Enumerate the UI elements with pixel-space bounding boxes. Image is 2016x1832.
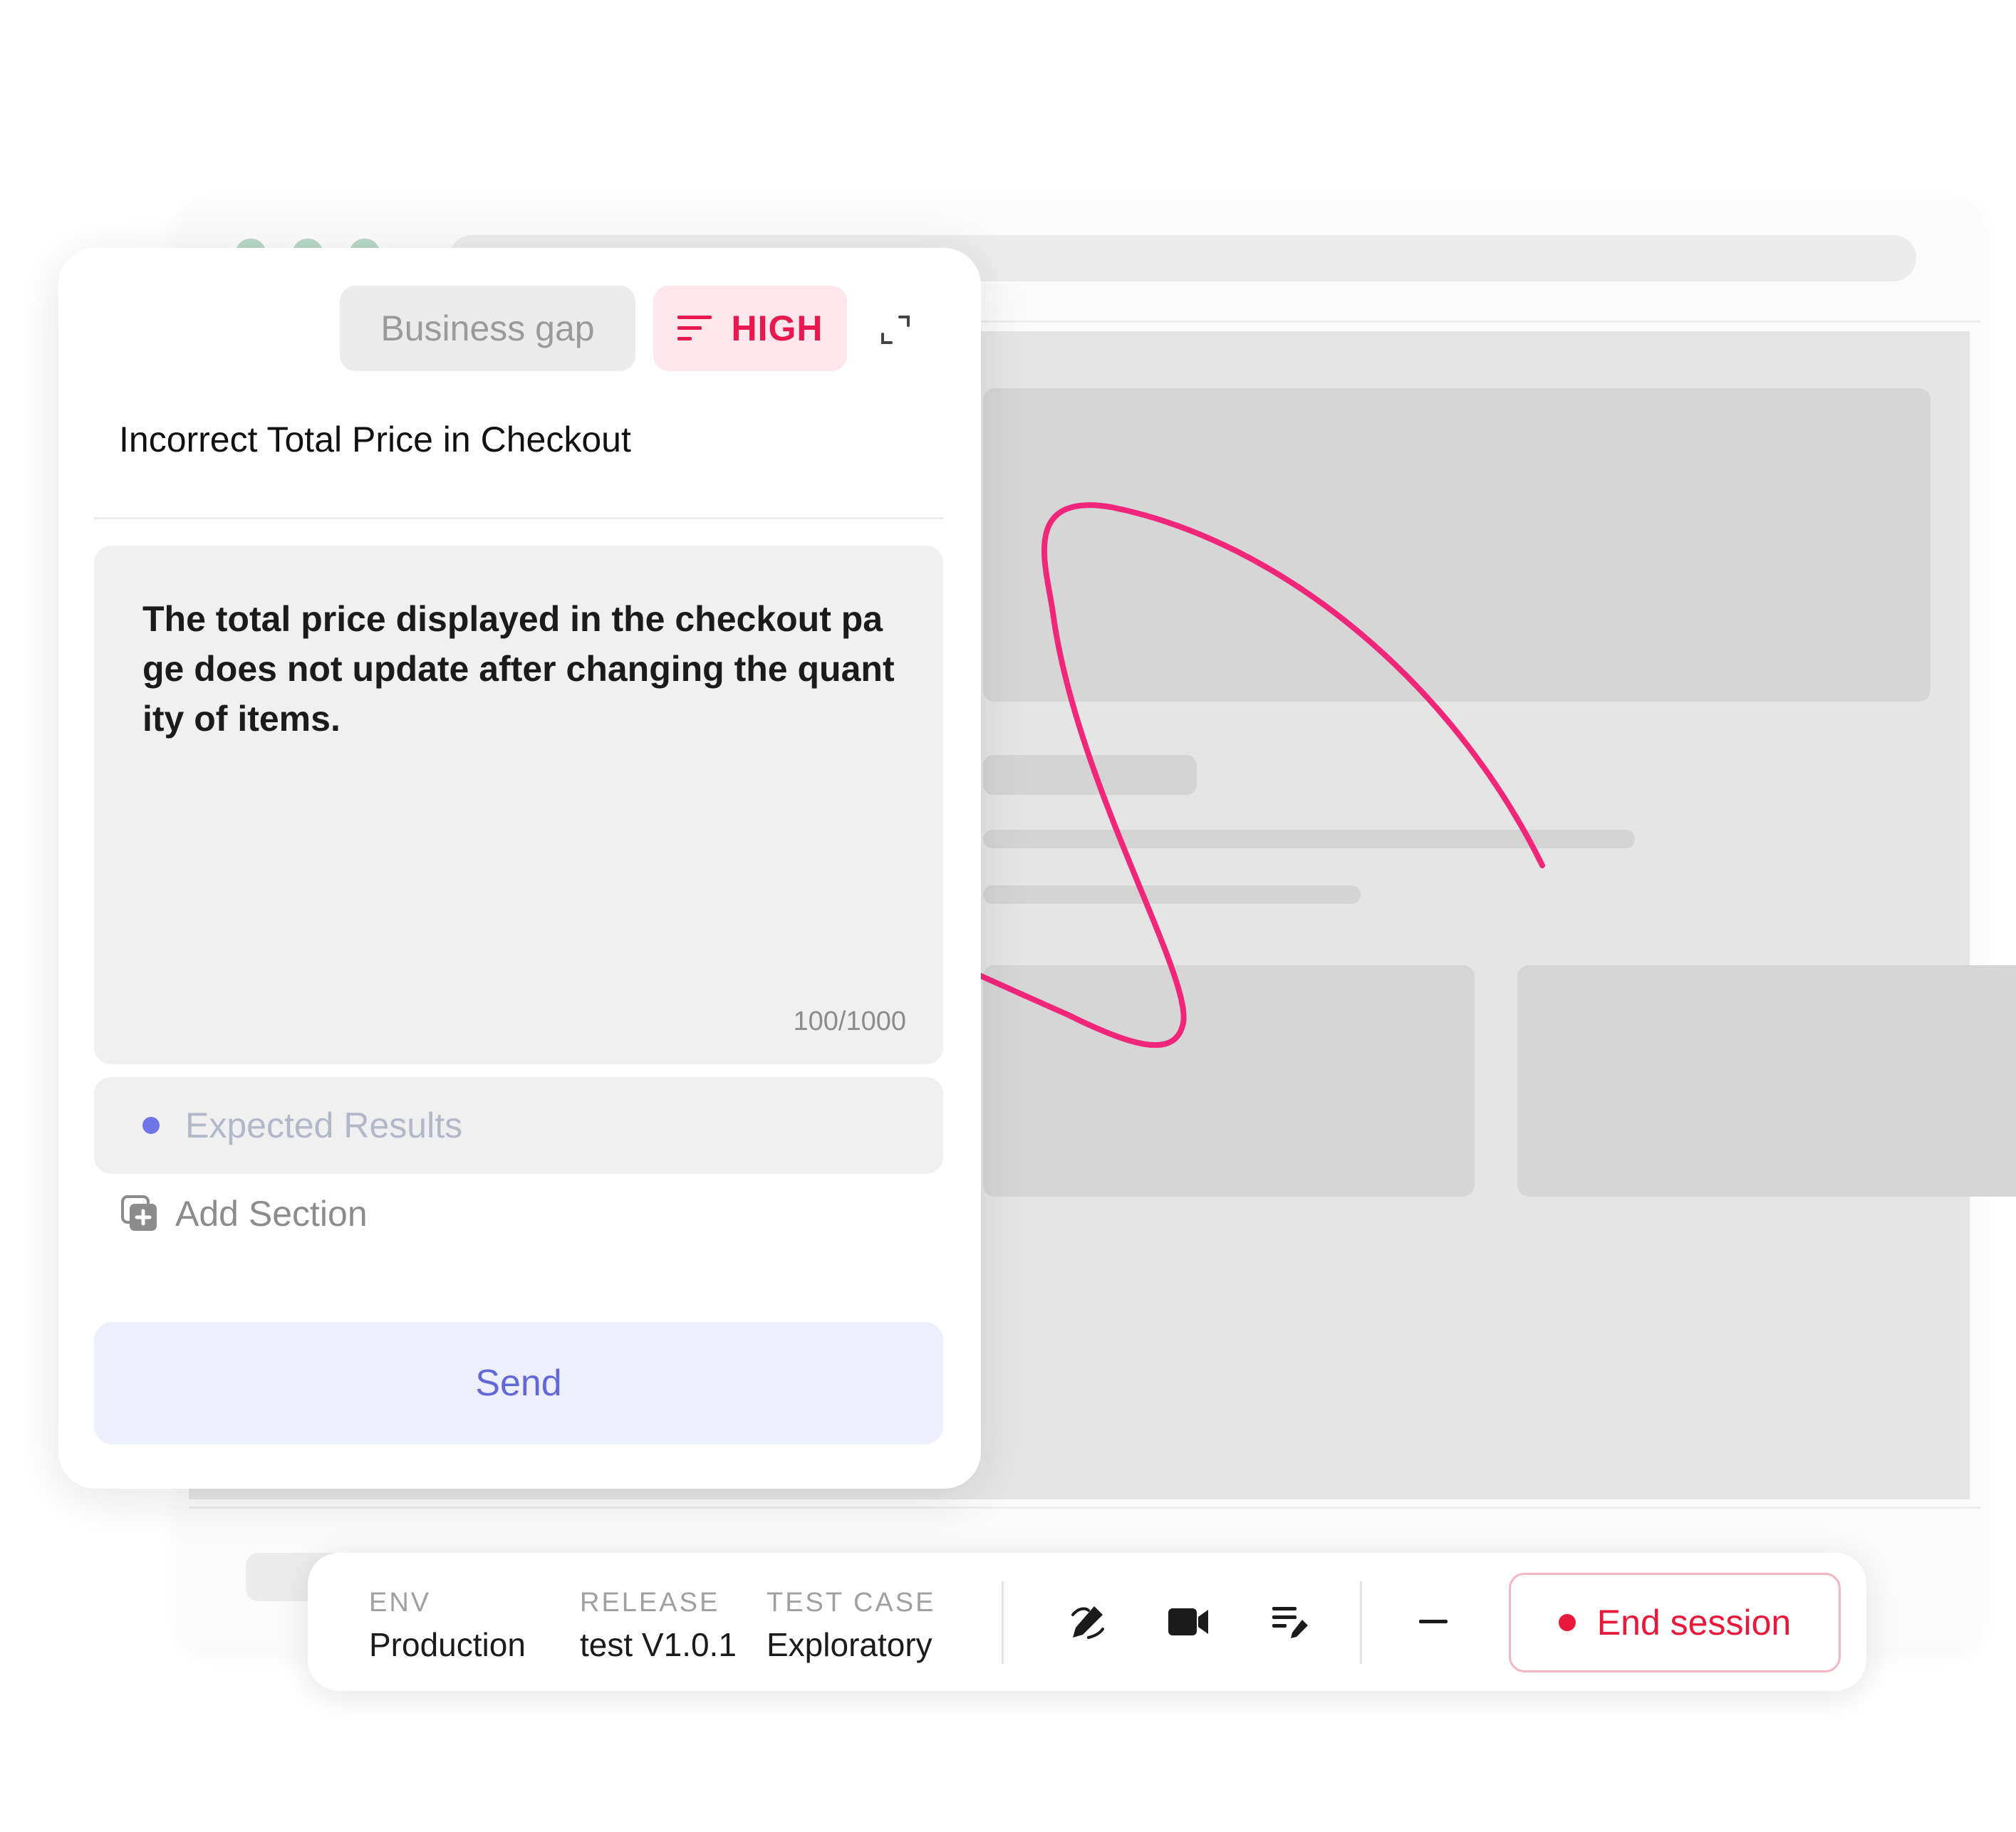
description-textarea[interactable]: The total price displayed in the checkou… — [94, 546, 943, 1064]
record-video-button[interactable] — [1167, 1601, 1210, 1643]
end-session-label: End session — [1596, 1603, 1792, 1643]
placeholder-hero-block — [983, 388, 1931, 702]
draw-button[interactable] — [1066, 1601, 1108, 1643]
notes-button[interactable] — [1269, 1601, 1312, 1643]
bullet-dot-icon — [142, 1117, 160, 1134]
report-title[interactable]: Incorrect Total Price in Checkout — [119, 419, 631, 460]
priority-lines-icon — [677, 316, 712, 340]
expand-icon — [881, 316, 910, 344]
category-tag[interactable]: Business gap — [340, 286, 635, 371]
priority-tag-label: HIGH — [731, 308, 823, 348]
notes-edit-icon — [1272, 1607, 1308, 1638]
record-dot-icon — [1558, 1614, 1576, 1631]
minimize-button[interactable] — [1412, 1601, 1455, 1643]
send-button-label: Send — [475, 1363, 562, 1404]
env-value: Production — [369, 1626, 526, 1663]
toolbar-divider — [1002, 1581, 1004, 1664]
send-button[interactable]: Send — [94, 1322, 943, 1445]
title-divider — [94, 517, 943, 519]
toolbar-divider — [1360, 1581, 1362, 1664]
expected-results-field[interactable]: Expected Results — [94, 1077, 943, 1174]
test-case-info: TEST CASE Exploratory — [767, 1585, 935, 1665]
add-section-icon — [121, 1195, 157, 1231]
expand-button[interactable] — [878, 312, 913, 348]
add-section-button[interactable]: Add Section — [120, 1187, 368, 1241]
test-case-label: TEST CASE — [767, 1588, 936, 1618]
draw-pen-icon — [1071, 1606, 1104, 1639]
env-label: ENV — [369, 1588, 432, 1618]
add-section-label: Add Section — [175, 1194, 368, 1234]
release-label: RELEASE — [580, 1588, 720, 1618]
end-session-button[interactable]: End session — [1509, 1573, 1841, 1672]
test-case-value: Exploratory — [767, 1626, 932, 1663]
description-text: The total price displayed in the checkou… — [142, 599, 895, 739]
video-camera-icon — [1168, 1608, 1208, 1635]
placeholder-line — [983, 755, 1197, 795]
browser-footer-divider — [189, 1506, 1980, 1509]
expected-results-placeholder: Expected Results — [185, 1105, 463, 1145]
bug-report-panel: Business gap HIGH Incorrect Total Price … — [58, 248, 981, 1489]
env-info: ENV Production — [369, 1585, 526, 1665]
placeholder-card — [1517, 965, 2016, 1197]
placeholder-line — [983, 830, 1635, 848]
priority-tag[interactable]: HIGH — [653, 286, 847, 371]
release-info: RELEASE test V1.0.1 — [580, 1585, 737, 1665]
session-toolbar: ENV Production RELEASE test V1.0.1 TEST … — [308, 1553, 1866, 1691]
category-tag-label: Business gap — [380, 308, 595, 348]
placeholder-line — [983, 885, 1361, 904]
placeholder-card — [983, 965, 1475, 1197]
character-counter: 100/1000 — [793, 1006, 907, 1036]
minimize-icon — [1419, 1620, 1448, 1623]
release-value: test V1.0.1 — [580, 1626, 737, 1663]
